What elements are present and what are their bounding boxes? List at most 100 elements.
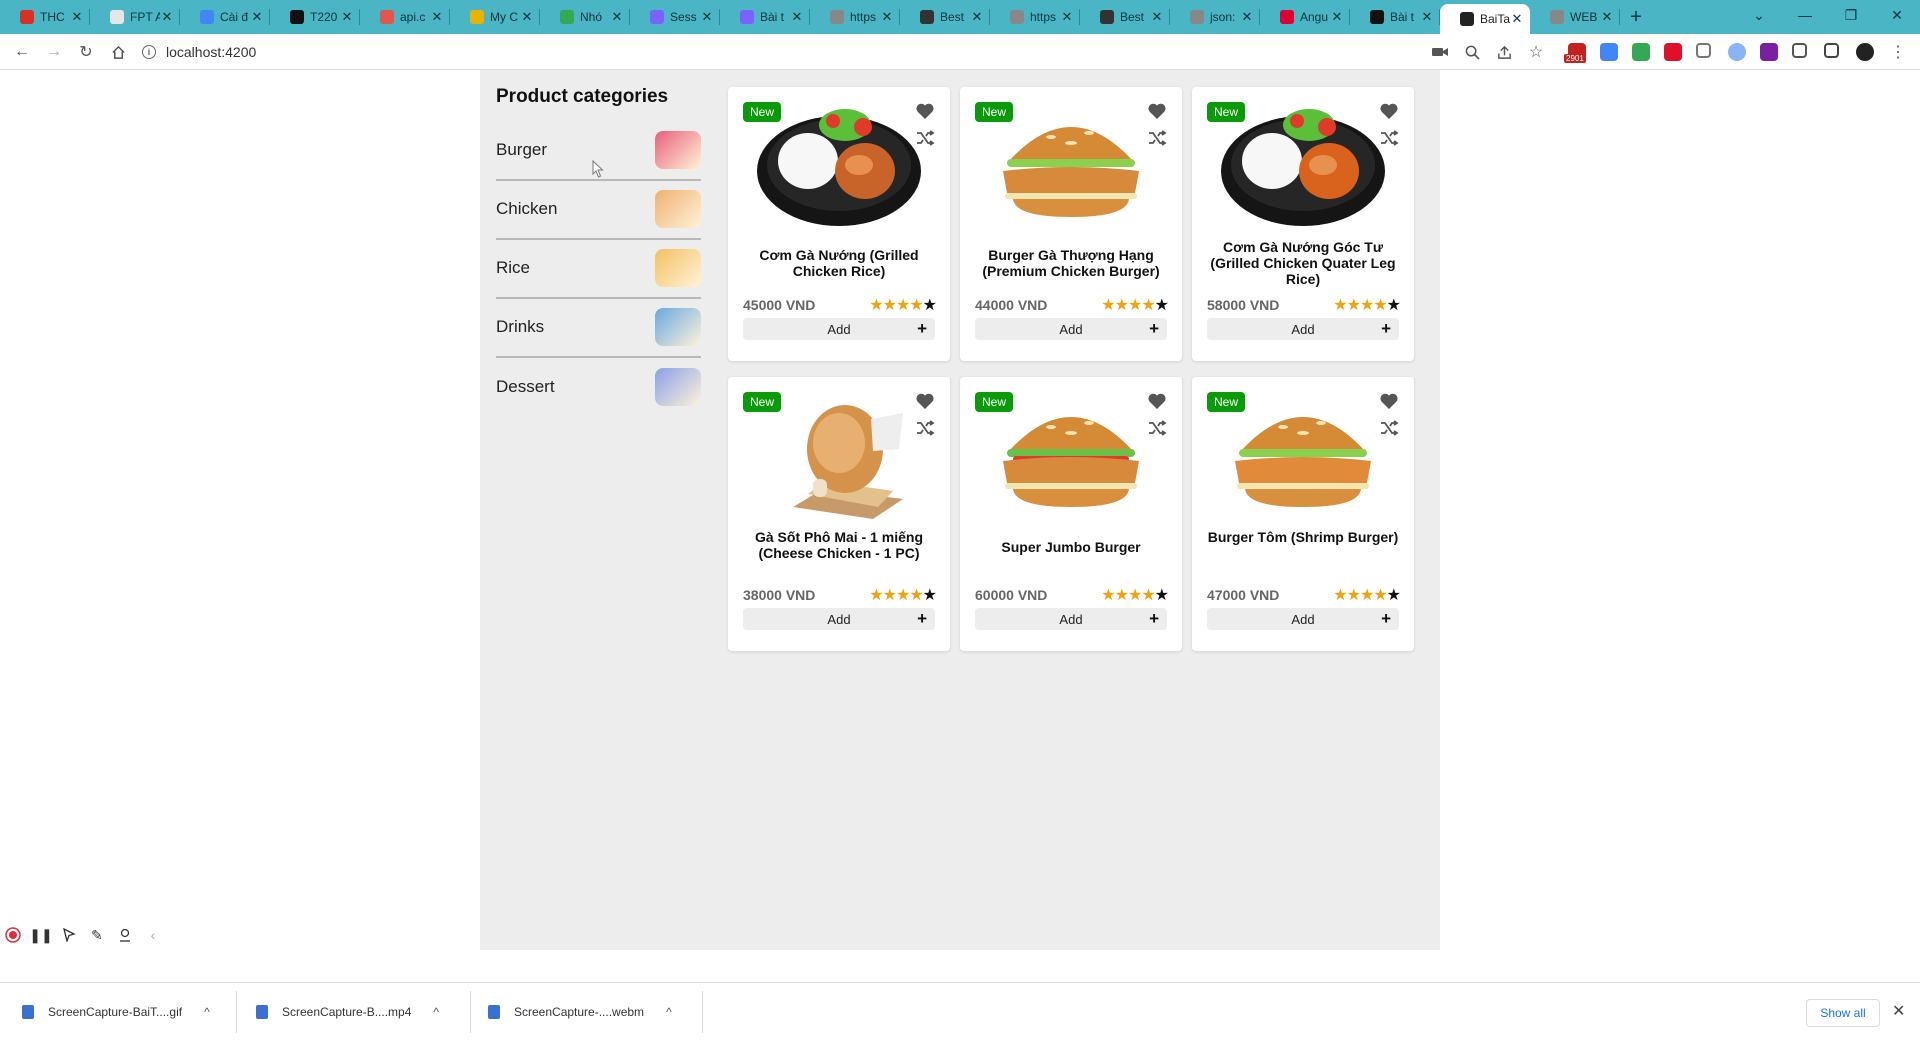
browser-tab[interactable]: Nhó ✕ — [540, 0, 630, 34]
browser-tab[interactable]: Bài t ✕ — [1350, 0, 1440, 34]
shuffle-icon[interactable] — [915, 129, 935, 147]
bookmark-star-icon[interactable]: ☆ — [1524, 40, 1548, 64]
heart-icon[interactable] — [915, 391, 935, 411]
back-icon[interactable]: ← — [10, 40, 34, 64]
chevron-up-icon[interactable]: ^ — [204, 1005, 210, 1019]
tab-close-icon[interactable]: ✕ — [700, 9, 714, 25]
browser-tab[interactable]: WEB ✕ — [1530, 0, 1620, 34]
forward-icon[interactable]: → — [42, 40, 66, 64]
minimize-button[interactable]: — — [1782, 0, 1828, 30]
shuffle-icon[interactable] — [915, 419, 935, 437]
home-icon[interactable] — [106, 40, 130, 64]
product-card[interactable]: New Burger Gà Thượng Hạng (Premium Chicke… — [960, 87, 1182, 361]
new-tab-button[interactable]: + — [1620, 0, 1652, 34]
adblock-icon[interactable] — [1664, 43, 1682, 61]
translate-icon[interactable] — [1600, 43, 1618, 61]
add-to-cart-button[interactable]: Add + — [1207, 608, 1399, 630]
restore-button[interactable]: ❐ — [1828, 0, 1874, 30]
collapse-icon[interactable]: ‹ — [144, 926, 162, 944]
address-bar[interactable]: i localhost:4200 — [142, 38, 1412, 66]
browser-tab[interactable]: json: ✕ — [1170, 0, 1260, 34]
tab-close-icon[interactable]: ✕ — [430, 9, 444, 25]
lens-icon[interactable] — [1728, 43, 1746, 61]
profile-avatar[interactable] — [1856, 43, 1874, 61]
tab-search-icon[interactable]: ⌄ — [1736, 0, 1782, 30]
record-icon[interactable] — [4, 926, 22, 944]
chevron-up-icon[interactable]: ^ — [666, 1005, 672, 1019]
heart-icon[interactable] — [1147, 391, 1167, 411]
camera-access-icon[interactable] — [1428, 40, 1452, 64]
drive-icon[interactable] — [1632, 43, 1650, 61]
shuffle-icon[interactable] — [1379, 419, 1399, 437]
webcam-icon[interactable] — [116, 926, 134, 944]
product-card[interactable]: New Cơm Gà Nướng Góc Tư (Grilled Chicken … — [1192, 87, 1414, 361]
shuffle-icon[interactable] — [1147, 419, 1167, 437]
browser-tab[interactable]: Best ✕ — [900, 0, 990, 34]
add-to-cart-button[interactable]: Add + — [1207, 318, 1399, 340]
tab-close-icon[interactable]: ✕ — [1240, 9, 1254, 25]
reload-icon[interactable]: ↻ — [74, 40, 98, 64]
zoom-icon[interactable] — [1460, 40, 1484, 64]
download-item[interactable]: ScreenCapture-BaiT....gif ^ — [22, 997, 210, 1027]
product-card[interactable]: New Gà Sốt Phô Mai - 1 miếng (Cheese Chic… — [728, 377, 950, 651]
category-item-chicken[interactable]: Chicken — [496, 181, 701, 240]
product-card[interactable]: New Super Jumbo Burger 60000 VND ★★★★★ Add + — [960, 377, 1182, 651]
shuffle-icon[interactable] — [1147, 129, 1167, 147]
camera-icon[interactable] — [1696, 43, 1711, 58]
category-item-rice[interactable]: Rice — [496, 240, 701, 299]
chevron-up-icon[interactable]: ^ — [433, 1005, 439, 1019]
sidepanel-icon[interactable] — [1824, 43, 1839, 58]
show-all-button[interactable]: Show all — [1806, 999, 1880, 1027]
category-item-dessert[interactable]: Dessert — [496, 358, 701, 417]
pen-icon[interactable]: ✎ — [88, 926, 106, 944]
download-item[interactable]: ScreenCapture-B....mp4 ^ — [256, 997, 439, 1027]
heart-icon[interactable] — [915, 101, 935, 121]
product-card[interactable]: New Cơm Gà Nướng (Grilled Chicken Rice) 45… — [728, 87, 950, 361]
tab-close-icon[interactable]: ✕ — [970, 9, 984, 25]
browser-tab[interactable]: BaiTa ✕ — [1440, 4, 1530, 34]
browser-tab[interactable]: Angu ✕ — [1260, 0, 1350, 34]
tab-close-icon[interactable]: ✕ — [340, 9, 354, 25]
browser-tab[interactable]: T220 ✕ — [270, 0, 360, 34]
browser-tab[interactable]: api.c ✕ — [360, 0, 450, 34]
browser-tab[interactable]: Cài đ ✕ — [180, 0, 270, 34]
tab-close-icon[interactable]: ✕ — [610, 9, 624, 25]
browser-tab[interactable]: https ✕ — [810, 0, 900, 34]
tab-close-icon[interactable]: ✕ — [160, 9, 174, 25]
browser-tab[interactable]: FPT A ✕ — [90, 0, 180, 34]
tab-close-icon[interactable]: ✕ — [1600, 9, 1614, 25]
share-icon[interactable] — [1492, 40, 1516, 64]
heart-icon[interactable] — [1147, 101, 1167, 121]
browser-tab[interactable]: https ✕ — [990, 0, 1080, 34]
tab-close-icon[interactable]: ✕ — [1330, 9, 1344, 25]
site-info-icon[interactable]: i — [142, 45, 156, 59]
tab-close-icon[interactable]: ✕ — [250, 9, 264, 25]
close-downloads-icon[interactable]: ✕ — [1892, 1001, 1905, 1021]
add-to-cart-button[interactable]: Add + — [975, 608, 1167, 630]
close-window-button[interactable]: ✕ — [1874, 0, 1920, 30]
extension-purple-icon[interactable] — [1760, 43, 1778, 61]
puzzle-icon[interactable] — [1792, 43, 1807, 58]
browser-tab[interactable]: Sess ✕ — [630, 0, 720, 34]
tab-close-icon[interactable]: ✕ — [1420, 9, 1434, 25]
add-to-cart-button[interactable]: Add + — [743, 318, 935, 340]
tab-close-icon[interactable]: ✕ — [1060, 9, 1074, 25]
shuffle-icon[interactable] — [1379, 129, 1399, 147]
heart-icon[interactable] — [1379, 101, 1399, 121]
pause-icon[interactable]: ❚❚ — [29, 926, 52, 944]
add-to-cart-button[interactable]: Add + — [975, 318, 1167, 340]
tab-close-icon[interactable]: ✕ — [1150, 9, 1164, 25]
pointer-icon[interactable] — [60, 926, 78, 944]
add-to-cart-button[interactable]: Add + — [743, 608, 935, 630]
heart-icon[interactable] — [1379, 391, 1399, 411]
tab-close-icon[interactable]: ✕ — [1510, 11, 1524, 27]
browser-tab[interactable]: My C ✕ — [450, 0, 540, 34]
category-item-drinks[interactable]: Drinks — [496, 299, 701, 358]
browser-menu-icon[interactable]: ⋮ — [1886, 40, 1910, 64]
browser-tab[interactable]: THC ✕ — [0, 0, 90, 34]
browser-tab[interactable]: Bài t ✕ — [720, 0, 810, 34]
tab-close-icon[interactable]: ✕ — [880, 9, 894, 25]
tab-close-icon[interactable]: ✕ — [520, 9, 534, 25]
tab-close-icon[interactable]: ✕ — [70, 9, 84, 25]
tab-close-icon[interactable]: ✕ — [790, 9, 804, 25]
